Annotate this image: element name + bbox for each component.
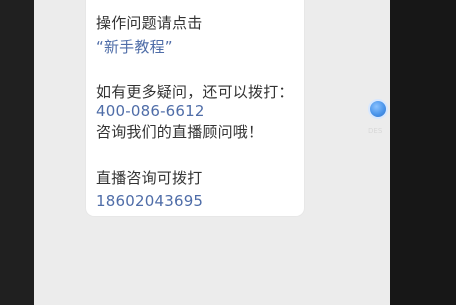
right-dark-margin (390, 0, 456, 305)
floating-indicator[interactable]: DES (368, 99, 390, 139)
left-dark-margin (0, 0, 34, 305)
beginner-tutorial-link[interactable]: “新手教程” (96, 38, 173, 56)
support-phone-link[interactable]: 400-086-6612 (96, 102, 205, 120)
more-questions-text: 如有更多疑问，还可以拨打： (96, 83, 294, 101)
blue-dot-icon (368, 99, 388, 119)
live-consultation-label: 直播咨询可拨打 (96, 169, 203, 187)
consultant-phone-link[interactable]: 18602043695 (96, 192, 203, 210)
floating-indicator-label: DES (368, 127, 383, 135)
live-consultant-text: 咨询我们的直播顾问哦！ (96, 123, 264, 141)
help-instruction-line: 操作问题请点击 (96, 14, 203, 32)
